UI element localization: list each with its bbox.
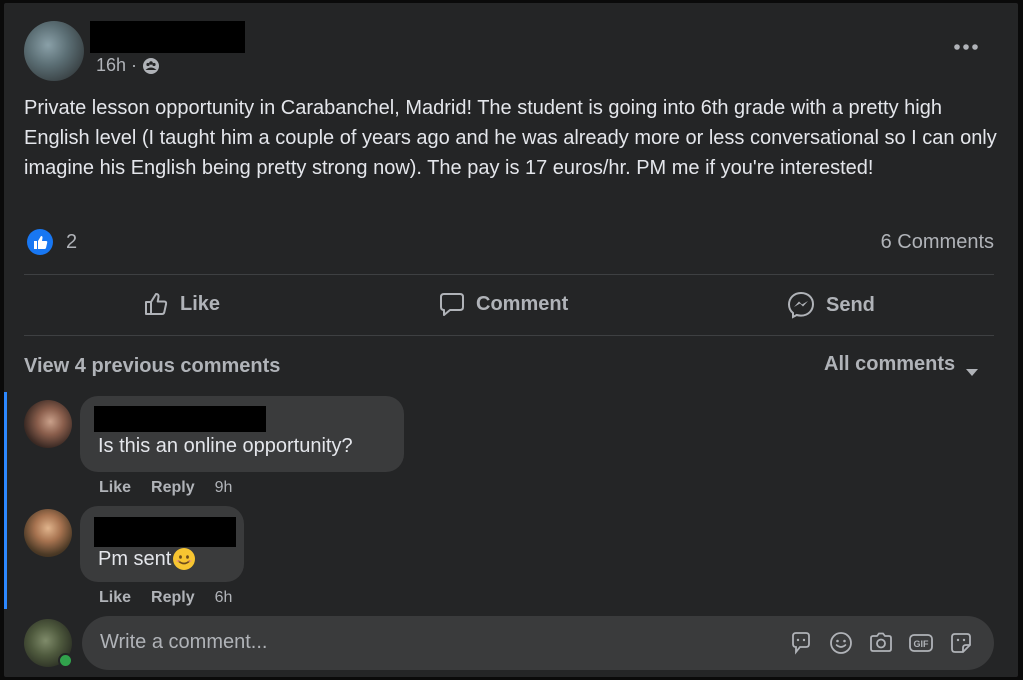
- audience-group-icon[interactable]: [142, 57, 160, 75]
- caret-down-icon: [965, 360, 979, 376]
- comment-time[interactable]: 9h: [215, 479, 233, 497]
- comment-bubble: Pm sent: [80, 506, 244, 582]
- emoji-icon[interactable]: [828, 630, 854, 656]
- like-button[interactable]: Like: [142, 290, 220, 318]
- comment-like-link[interactable]: Like: [99, 589, 131, 607]
- comments-count-link[interactable]: 6 Comments: [868, 231, 994, 254]
- comment-time[interactable]: 6h: [215, 589, 233, 607]
- thread-highlight-line: [4, 392, 7, 609]
- comment-like-link[interactable]: Like: [99, 479, 131, 497]
- thumbs-up-icon: [142, 290, 170, 318]
- comment-text: Pm sent: [98, 547, 172, 570]
- post-meta: 16h ·: [96, 55, 160, 76]
- gif-icon[interactable]: GIF: [908, 630, 934, 656]
- like-label: Like: [180, 292, 221, 315]
- more-options-icon[interactable]: [952, 39, 982, 55]
- like-reaction-icon: [26, 228, 54, 256]
- comment-filter-dropdown[interactable]: All comments: [824, 353, 979, 376]
- post-time[interactable]: 16h: [96, 55, 126, 76]
- speech-bubble-icon: [438, 290, 466, 318]
- comment-bubble: Is this an online opportunity?: [80, 396, 404, 472]
- reaction-count: 2: [66, 230, 78, 253]
- messenger-icon: [786, 290, 816, 320]
- comment-filter-label: All comments: [824, 353, 956, 375]
- send-label: Send: [826, 293, 875, 316]
- commenter-avatar[interactable]: [24, 509, 72, 557]
- online-status-dot: [58, 653, 73, 668]
- author-name-redacted[interactable]: [90, 21, 245, 53]
- comment-input-placeholder: Write a comment...: [100, 631, 268, 653]
- composer-tools: GIF: [788, 630, 974, 656]
- post-body: Private lesson opportunity in Carabanche…: [24, 97, 997, 179]
- comment-actions: Like Reply 6h: [99, 589, 232, 607]
- meta-separator: ·: [131, 55, 138, 75]
- smiling-face-emoji-icon: [172, 547, 196, 571]
- comment-reply-link[interactable]: Reply: [151, 589, 195, 607]
- divider-bottom: [24, 335, 994, 336]
- commenter-avatar[interactable]: [24, 400, 72, 448]
- commenter-name-redacted[interactable]: [94, 406, 266, 432]
- comment-content: Pm sent: [98, 547, 196, 571]
- comment-button[interactable]: Comment: [438, 290, 568, 318]
- comment-actions: Like Reply 9h: [99, 479, 232, 497]
- comment-input[interactable]: Write a comment... GIF: [82, 616, 994, 670]
- svg-text:GIF: GIF: [914, 639, 930, 649]
- comment-text: Is this an online opportunity?: [98, 435, 353, 457]
- comment-reply-link[interactable]: Reply: [151, 479, 195, 497]
- send-button[interactable]: Send: [786, 290, 875, 320]
- comment-label: Comment: [476, 292, 569, 315]
- post-card: 16h · Private lesson opportunity in Cara…: [4, 3, 1018, 677]
- camera-icon[interactable]: [868, 630, 894, 656]
- commenter-name-redacted[interactable]: [94, 517, 236, 547]
- author-avatar[interactable]: [24, 21, 84, 81]
- avatar-sticker-icon[interactable]: [788, 630, 814, 656]
- sticker-icon[interactable]: [948, 630, 974, 656]
- reactions-summary[interactable]: 2: [26, 228, 77, 256]
- view-previous-comments[interactable]: View 4 previous comments: [24, 355, 280, 378]
- divider-top: [24, 274, 994, 275]
